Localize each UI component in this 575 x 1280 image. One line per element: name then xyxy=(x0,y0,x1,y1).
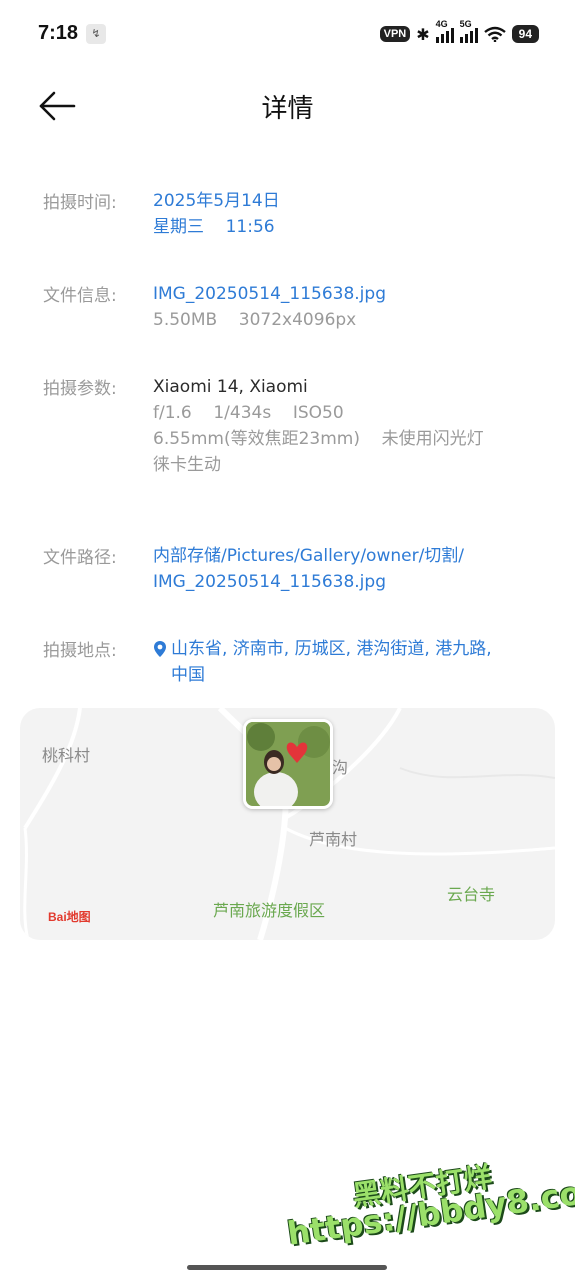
row-file-path: 文件路径: 内部存储/Pictures/Gallery/owner/切割/ IM… xyxy=(43,543,545,599)
status-icons: VPN ✱ 4G 5G 94 xyxy=(379,19,539,46)
value-shoot-time: 2025年5月14日 星期三 11:56 xyxy=(153,188,545,240)
page-title: 详情 xyxy=(261,94,314,124)
exposure-info: f/1.6 1/434s ISO50 xyxy=(153,403,344,423)
photo-thumbnail[interactable] xyxy=(243,719,333,809)
shoot-weekday-time[interactable]: 星期三 11:56 xyxy=(153,214,545,240)
status-bar: 7:18 ↯ VPN ✱ 4G 5G 94 xyxy=(0,0,575,68)
notification-icon: ↯ xyxy=(86,24,106,44)
row-file-info: 文件信息: IMG_20250514_115638.jpg 5.50MB 307… xyxy=(43,281,545,337)
map-label-gou: 沟 xyxy=(332,758,349,777)
wifi-icon xyxy=(483,26,506,42)
map-label-resort: 芦南旅游度假区 xyxy=(213,901,326,920)
device-name: Xiaomi 14, Xiaomi xyxy=(153,377,308,397)
location-line1: 山东省, 济南市, 历城区, 港沟街道, 港九路, xyxy=(171,639,492,659)
focal-flash-info: 6.55mm(等效焦距23mm) 未使用闪光灯 xyxy=(153,429,484,449)
label-shoot-time: 拍摄时间: xyxy=(43,193,117,213)
location-map[interactable]: 桃科村 沟 芦南村 芦南旅游度假区 云台寺 Bai地图 xyxy=(20,708,555,940)
map-label-lunan: 芦南村 xyxy=(309,830,358,849)
row-location: 拍摄地点: 山东省, 济南市, 历城区, 港沟街道, 港九路, 中国 xyxy=(43,636,545,692)
row-shoot-time: 拍摄时间: 2025年5月14日 星期三 11:56 xyxy=(43,188,545,244)
signal-icon-sim1: 4G xyxy=(435,19,454,43)
signal-icon-sim2: 5G xyxy=(459,19,478,43)
location-line2: 中国 xyxy=(171,665,205,685)
home-indicator[interactable] xyxy=(187,1265,387,1270)
photo-image xyxy=(246,722,330,806)
shoot-date[interactable]: 2025年5月14日 xyxy=(153,188,545,214)
location-link[interactable]: 山东省, 济南市, 历城区, 港沟街道, 港九路, 中国 xyxy=(153,636,545,688)
value-shoot-params: Xiaomi 14, Xiaomi f/1.6 1/434s ISO50 6.5… xyxy=(153,374,545,478)
vpn-badge: VPN xyxy=(379,26,411,42)
battery-indicator: 94 xyxy=(511,25,539,43)
bluetooth-icon: ✱ xyxy=(416,24,430,44)
location-pin-icon xyxy=(153,636,171,662)
file-name[interactable]: IMG_20250514_115638.jpg xyxy=(153,281,545,307)
baidu-map-logo: Bai地图 xyxy=(48,910,91,924)
file-size-resolution: 5.50MB 3072x4096px xyxy=(153,310,357,330)
label-file-path: 文件路径: xyxy=(43,548,117,568)
label-file-info: 文件信息: xyxy=(43,286,117,306)
label-shoot-params: 拍摄参数: xyxy=(43,379,117,399)
value-file-info: IMG_20250514_115638.jpg 5.50MB 3072x4096… xyxy=(153,281,545,333)
file-path-line2: IMG_20250514_115638.jpg xyxy=(153,572,386,592)
row-shoot-params: 拍摄参数: Xiaomi 14, Xiaomi f/1.6 1/434s ISO… xyxy=(43,374,545,484)
file-path-link[interactable]: 内部存储/Pictures/Gallery/owner/切割/ IMG_2025… xyxy=(153,543,545,595)
file-path-line1: 内部存储/Pictures/Gallery/owner/切割/ xyxy=(153,546,465,566)
map-label-yuntai: 云台寺 xyxy=(447,885,496,904)
label-location: 拍摄地点: xyxy=(43,641,117,661)
lens-style: 徕卡生动 xyxy=(153,455,221,475)
status-time: 7:18 xyxy=(38,22,79,44)
map-label-taoke: 桃科村 xyxy=(42,746,91,765)
